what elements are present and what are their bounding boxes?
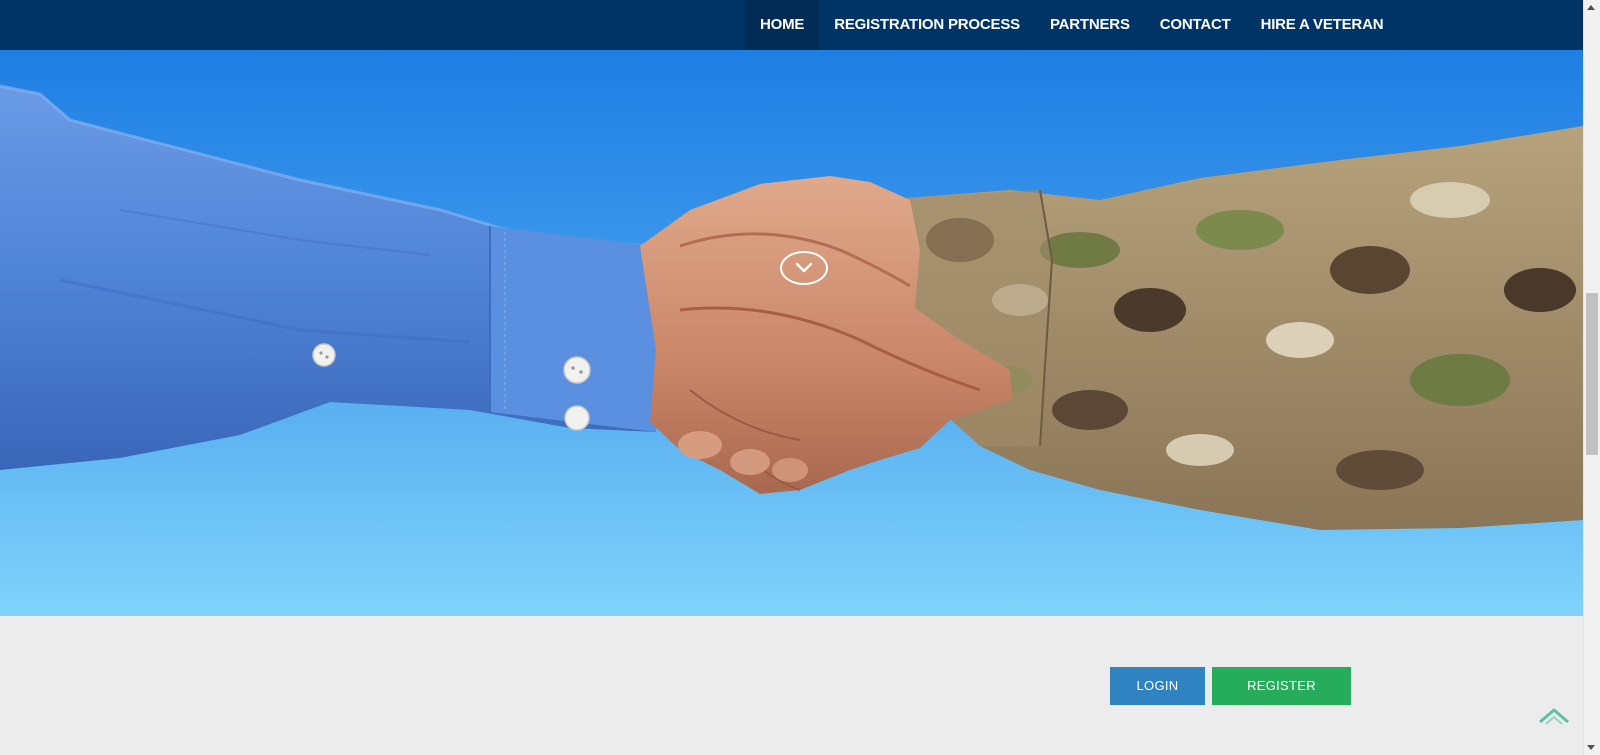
nav-item-partners[interactable]: PARTNERS <box>1035 0 1145 50</box>
vertical-scrollbar[interactable] <box>1583 0 1600 755</box>
chevron-up-icon <box>1539 708 1569 725</box>
nav-item-registration-process[interactable]: REGISTRATION PROCESS <box>819 0 1035 50</box>
page-content: HOME REGISTRATION PROCESS PARTNERS CONTA… <box>0 0 1583 755</box>
main-nav-menu: HOME REGISTRATION PROCESS PARTNERS CONTA… <box>745 0 1398 50</box>
nav-item-contact[interactable]: CONTACT <box>1145 0 1246 50</box>
nav-item-hire-a-veteran[interactable]: HIRE A VETERAN <box>1246 0 1399 50</box>
back-to-top-button[interactable] <box>1538 706 1570 726</box>
top-navbar: HOME REGISTRATION PROCESS PARTNERS CONTA… <box>0 0 1583 50</box>
page: HOME REGISTRATION PROCESS PARTNERS CONTA… <box>0 0 1600 755</box>
hero-banner <box>0 50 1583 616</box>
register-button[interactable]: REGISTER <box>1212 667 1351 705</box>
chevron-down-icon <box>795 262 813 273</box>
handshake-image <box>0 84 1583 530</box>
scroll-down-arrow-icon[interactable] <box>1587 745 1595 750</box>
action-section: LOGIN REGISTER <box>0 616 1583 755</box>
login-button[interactable]: LOGIN <box>1110 667 1205 705</box>
scrollbar-thumb[interactable] <box>1586 293 1598 455</box>
nav-item-home[interactable]: HOME <box>745 0 820 50</box>
scroll-up-arrow-icon[interactable] <box>1587 5 1595 10</box>
scroll-down-button[interactable] <box>780 251 828 285</box>
